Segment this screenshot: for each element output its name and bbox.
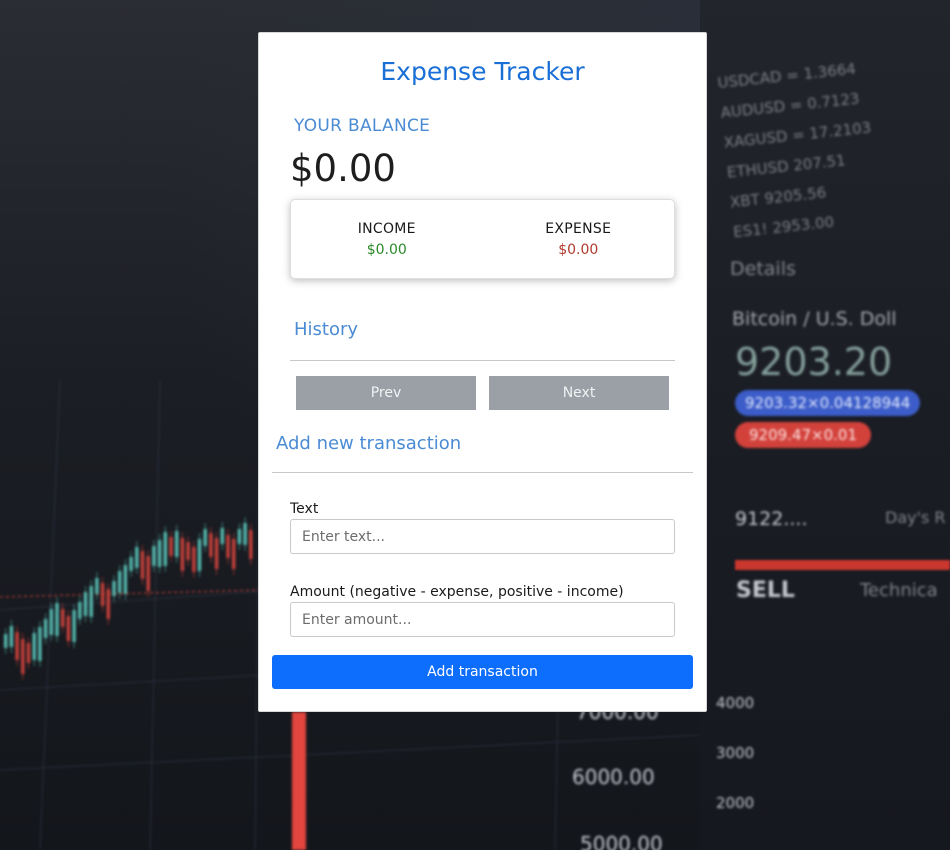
mini-axis-2000: 2000 [716, 794, 755, 812]
expense-summary: EXPENSE $0.00 [483, 200, 675, 278]
mini-axis-3000: 3000 [716, 744, 755, 762]
income-summary: INCOME $0.00 [291, 200, 483, 278]
price-readout: 9203.20 [735, 340, 893, 384]
axis-value-6000: 6000.00 [572, 765, 655, 789]
pair-label: Bitcoin / U.S. Doll [732, 308, 897, 330]
amount-field-label: Amount (negative - expense, positive - i… [290, 584, 624, 600]
form-divider [272, 472, 693, 473]
expense-tracker-card: Expense Tracker YOUR BALANCE $0.00 INCOM… [258, 32, 707, 712]
ask-pill: 9209.47×0.01 [735, 422, 871, 448]
sell-label: SELL [736, 578, 795, 603]
axis-value-5000: 5000.00 [580, 832, 663, 850]
ticker-list: USDCAD = 1.3664 AUDUSD = 0.7123 XAGUSD =… [716, 59, 873, 242]
text-input[interactable] [290, 519, 675, 554]
mini-axis-4000: 4000 [716, 694, 755, 712]
technicals-label: Technica [860, 580, 938, 601]
range-bar [735, 560, 950, 570]
expense-label: EXPENSE [545, 221, 612, 237]
income-label: INCOME [357, 221, 416, 237]
days-range-label: Day's R [885, 508, 946, 527]
history-divider [290, 360, 675, 361]
amount-input[interactable] [290, 602, 675, 637]
app-title: Expense Tracker [380, 57, 585, 86]
next-page-button[interactable]: Next [489, 376, 669, 410]
expense-value: $0.00 [558, 242, 599, 258]
details-label: Details [730, 258, 796, 280]
add-transaction-button[interactable]: Add transaction [272, 655, 693, 689]
add-transaction-heading: Add new transaction [276, 433, 462, 454]
last-price: 9122.... [735, 508, 808, 530]
balance-label: YOUR BALANCE [294, 116, 431, 136]
history-heading: History [294, 319, 359, 340]
income-value: $0.00 [366, 242, 407, 258]
text-field-label: Text [290, 501, 319, 517]
balance-value: $0.00 [290, 147, 396, 190]
prev-page-button[interactable]: Prev [296, 376, 476, 410]
backdrop-candle [292, 712, 306, 850]
bid-pill: 9203.32×0.04128944 [735, 390, 921, 416]
income-expense-summary: INCOME $0.00 EXPENSE $0.00 [290, 199, 675, 279]
